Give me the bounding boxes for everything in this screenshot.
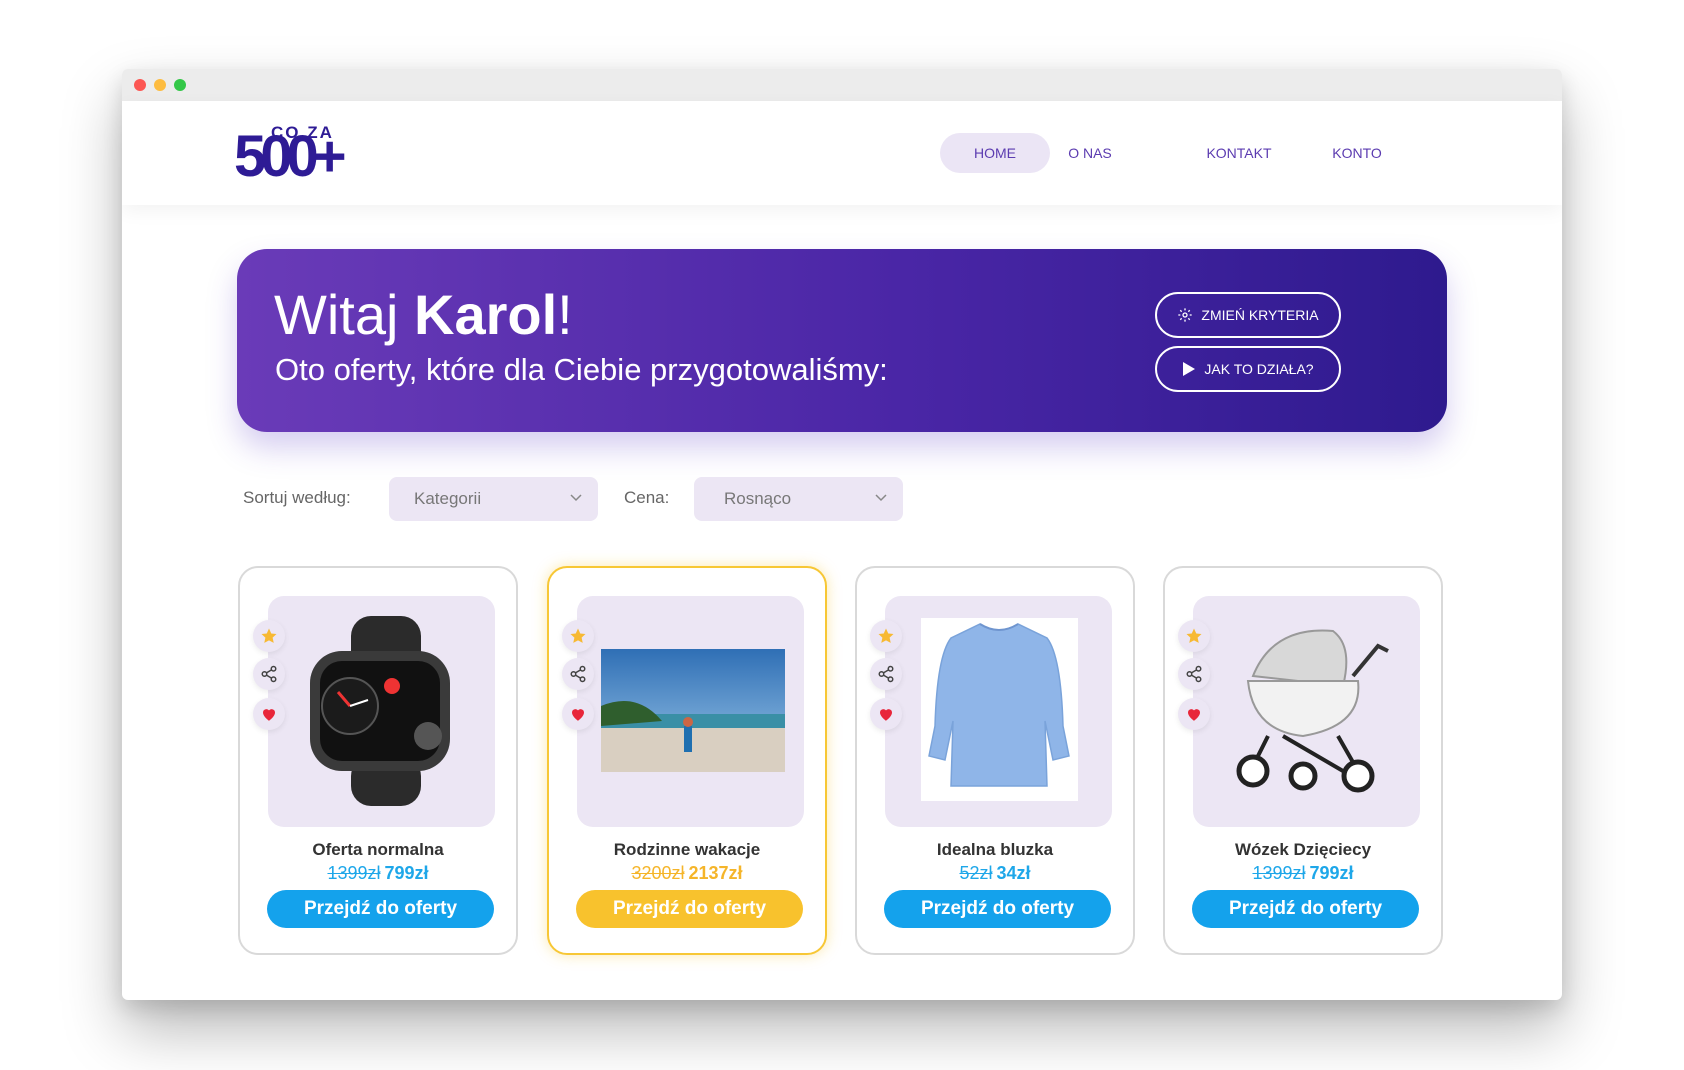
old-price: 1399zł bbox=[1252, 863, 1306, 883]
share-button[interactable] bbox=[870, 658, 902, 690]
close-window-button[interactable] bbox=[134, 79, 146, 91]
browser-window: CO ZA 500+ HOME O NAS KONTAKT KONTO Wita… bbox=[122, 69, 1562, 1000]
favorite-button[interactable] bbox=[562, 620, 594, 652]
like-button[interactable] bbox=[562, 698, 594, 730]
go-to-offer-button[interactable]: Przejdź do oferty bbox=[576, 890, 803, 928]
welcome-suffix: ! bbox=[557, 283, 573, 346]
favorite-button[interactable] bbox=[1178, 620, 1210, 652]
like-button[interactable] bbox=[870, 698, 902, 730]
star-icon bbox=[1186, 628, 1202, 643]
welcome-prefix: Witaj bbox=[274, 283, 414, 346]
heart-icon bbox=[572, 709, 584, 721]
offer-image-stroller bbox=[1193, 596, 1420, 827]
offer-title: Oferta normalna bbox=[312, 840, 444, 859]
offer-title: Wózek Dzięciecy bbox=[1234, 840, 1372, 859]
star-icon bbox=[261, 628, 277, 643]
offer-prices: 1399zł 799zł bbox=[1165, 863, 1441, 884]
offer-card-featured[interactable]: Rodzinne wakacje 3200zł 2137zł Przejdź do… bbox=[547, 566, 827, 955]
nav-contact[interactable]: KONTAKT bbox=[1184, 133, 1294, 173]
nav-home[interactable]: HOME bbox=[940, 133, 1050, 173]
offer-prices: 1399zł 799zł bbox=[240, 863, 516, 884]
welcome-subtitle: Oto oferty, które dla Ciebie przygotowal… bbox=[275, 352, 888, 387]
gear-icon bbox=[1178, 308, 1193, 322]
change-criteria-button[interactable]: ZMIEŃ KRYTERIA bbox=[1155, 292, 1341, 338]
chevron-down-icon bbox=[875, 494, 887, 502]
price-select[interactable]: Rosnąco bbox=[694, 477, 903, 521]
offer-image-smartwatch bbox=[268, 596, 495, 827]
offer-image-beach bbox=[577, 596, 804, 827]
new-price: 799zł bbox=[384, 863, 429, 883]
how-it-works-button[interactable]: JAK TO DZIAŁA? bbox=[1155, 346, 1341, 392]
minimize-window-button[interactable] bbox=[154, 79, 166, 91]
nav-account[interactable]: KONTO bbox=[1307, 133, 1407, 173]
offer-prices: 3200zł 2137zł bbox=[549, 863, 825, 884]
welcome-banner: Witaj Karol! Oto oferty, które dla Ciebi… bbox=[237, 249, 1447, 432]
chevron-down-icon bbox=[570, 494, 582, 502]
go-to-offer-button[interactable]: Przejdź do oferty bbox=[267, 890, 494, 928]
share-icon bbox=[261, 665, 277, 683]
share-icon bbox=[570, 665, 586, 683]
old-price: 1399zł bbox=[327, 863, 381, 883]
share-icon bbox=[878, 665, 894, 683]
like-button[interactable] bbox=[253, 698, 285, 730]
share-button[interactable] bbox=[253, 658, 285, 690]
offer-card[interactable]: Wózek Dzięciecy 1399zł 799zł Przejdź do o… bbox=[1163, 566, 1443, 955]
heart-icon bbox=[1188, 709, 1200, 721]
new-price: 34zł bbox=[996, 863, 1031, 883]
share-icon bbox=[1186, 665, 1202, 683]
old-price: 3200zł bbox=[631, 863, 685, 883]
heart-icon bbox=[880, 709, 892, 721]
welcome-heading: Witaj Karol! bbox=[274, 283, 573, 347]
favorite-button[interactable] bbox=[870, 620, 902, 652]
offer-title: Idealna bluzka bbox=[936, 840, 1054, 859]
price-label: Cena: bbox=[624, 488, 670, 507]
go-to-offer-button[interactable]: Przejdź do oferty bbox=[884, 890, 1111, 928]
price-select-value: Rosnąco bbox=[724, 489, 792, 508]
window-titlebar bbox=[122, 69, 1562, 101]
star-icon bbox=[878, 628, 894, 643]
sort-select[interactable]: Kategorii bbox=[389, 477, 598, 521]
old-price: 52zł bbox=[959, 863, 993, 883]
new-price: 2137zł bbox=[688, 863, 743, 883]
offer-prices: 52zł 34zł bbox=[857, 863, 1133, 884]
site-logo[interactable]: CO ZA 500+ bbox=[234, 123, 384, 187]
sort-label: Sortuj według: bbox=[243, 488, 351, 507]
heart-icon bbox=[263, 709, 275, 721]
change-criteria-label: ZMIEŃ KRYTERIA bbox=[1201, 307, 1319, 323]
new-price: 799zł bbox=[1309, 863, 1354, 883]
share-button[interactable] bbox=[562, 658, 594, 690]
site-header: CO ZA 500+ HOME O NAS KONTAKT KONTO bbox=[122, 101, 1562, 205]
play-icon bbox=[1183, 362, 1196, 376]
offer-card[interactable]: Idealna bluzka 52zł 34zł Przejdź do ofert… bbox=[855, 566, 1135, 955]
user-name: Karol bbox=[414, 283, 558, 346]
star-icon bbox=[570, 628, 586, 643]
favorite-button[interactable] bbox=[253, 620, 285, 652]
maximize-window-button[interactable] bbox=[174, 79, 186, 91]
sort-select-value: Kategorii bbox=[414, 489, 482, 508]
how-it-works-label: JAK TO DZIAŁA? bbox=[1204, 361, 1314, 377]
go-to-offer-button[interactable]: Przejdź do oferty bbox=[1192, 890, 1419, 928]
offer-title: Rodzinne wakacje bbox=[613, 840, 761, 859]
offer-card[interactable]: Oferta normalna 1399zł 799zł Przejdź do o… bbox=[238, 566, 518, 955]
like-button[interactable] bbox=[1178, 698, 1210, 730]
nav-about[interactable]: O NAS bbox=[1035, 133, 1145, 173]
offer-image-blouse bbox=[885, 596, 1112, 827]
logo-big-text: 500+ bbox=[234, 124, 347, 189]
share-button[interactable] bbox=[1178, 658, 1210, 690]
